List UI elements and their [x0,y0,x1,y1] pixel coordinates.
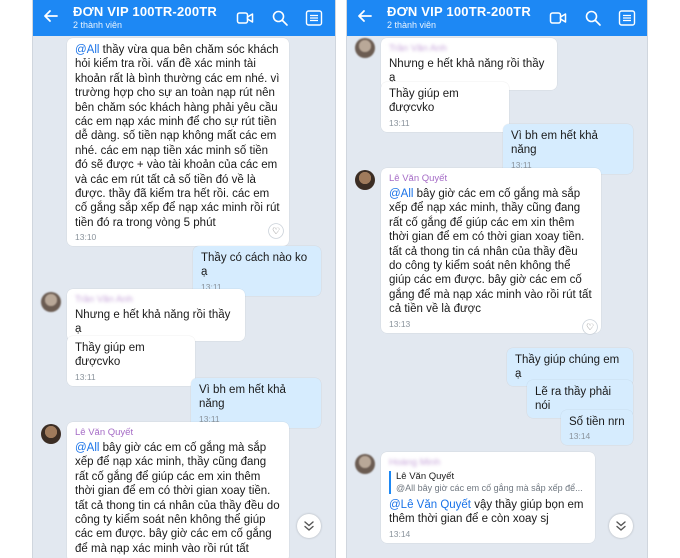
chat-screen-right: ĐƠN VIP 100TR-200TR 2 thành viên Trần Vă… [346,0,648,558]
quoted-sender: Lê Văn Quyết [396,471,455,482]
avatar[interactable] [41,424,61,444]
avatar[interactable] [41,292,61,312]
sender-name: Lê Văn Quyết [75,427,134,438]
message-text: Thầy giúp em đượcvko [75,342,145,369]
message-text: bây giờ các em cố gắng mà sắp xếp để nạp… [75,442,280,555]
search-icon[interactable] [271,9,289,27]
message-text: Thầy giúp em đượcvko [389,88,459,115]
outgoing-message[interactable]: Vì bh em hết khả năng 13:11 [503,124,633,174]
video-call-icon[interactable] [549,9,567,27]
incoming-message[interactable]: Lê Văn Quyết @All bây giờ các em cố gắng… [381,168,601,333]
chat-screen-left: ĐƠN VIP 100TR-200TR 2 thành viên @All th… [32,0,336,558]
back-arrow-icon[interactable] [357,8,373,28]
heart-icon[interactable]: ♡ [269,224,283,238]
incoming-message[interactable]: Trần Văn Anh Nhưng e hết khả năng rồi th… [67,289,245,341]
message-time: 13:11 [389,117,410,128]
message-text: bây giờ các em cố gắng mà sắp xếp để nạp… [389,188,592,316]
sender-name: Trần Văn Anh [389,43,447,54]
heart-icon[interactable]: ♡ [583,320,597,334]
message-list[interactable]: Trần Văn Anh Nhưng e hết khả năng rồi th… [347,36,647,558]
video-call-icon[interactable] [236,9,254,27]
incoming-message[interactable]: Hoàng Minh Lê Văn Quyết @All bây giờ các… [381,452,595,543]
message-list[interactable]: @All thầy vừa qua bên chăm sóc khách hỏi… [33,36,335,558]
list-menu-icon[interactable] [305,9,323,27]
quoted-message[interactable]: Lê Văn Quyết @All bây giờ các em cố gắng… [389,471,587,494]
message-time: 13:14 [389,528,411,539]
message-text: Thầy có cách nào ko ạ [201,252,308,279]
message-time: 13:10 [75,232,97,243]
message-time: 13:13 [389,318,411,329]
chat-header: ĐƠN VIP 100TR-200TR 2 thành viên [33,0,335,36]
member-count: 2 thành viên [73,20,123,30]
avatar[interactable] [355,38,375,58]
sender-name: Trần Văn Anh [75,294,133,305]
avatar[interactable] [355,170,375,190]
avatar[interactable] [355,454,375,474]
search-icon[interactable] [584,9,602,27]
outgoing-message[interactable]: Số tiền nrn 13:14 [561,410,633,446]
mention-all[interactable]: @All [75,442,99,454]
message-text: Vì bh em hết khả năng [511,130,598,157]
group-title: ĐƠN VIP 100TR-200TR [73,4,217,19]
sender-name: Lê Văn Quyết [389,173,448,184]
quoted-text: @All bây giờ các em cố gắng mà sắp xếp đ… [396,483,583,493]
chat-header: ĐƠN VIP 100TR-200TR 2 thành viên [347,0,647,36]
incoming-message[interactable]: Thầy giúp em đượcvko 13:11 [381,82,509,132]
message-text: Vì bh em hết khả năng [199,384,286,411]
message-text: Thầy giúp chúng em ạ [515,354,620,381]
incoming-message[interactable]: Lê Văn Quyết @All bây giờ các em cố gắng… [67,422,289,558]
incoming-message[interactable]: Thầy giúp em đượcvko 13:11 [67,336,195,386]
mention-all[interactable]: @All [75,44,99,56]
message-time: 13:14 [569,431,591,442]
message-time: 13:11 [75,371,96,382]
chevron-double-down-icon[interactable] [609,514,633,538]
member-count: 2 thành viên [387,20,437,30]
message-text: Số tiền nrn [569,416,625,428]
incoming-message[interactable]: @All thầy vừa qua bên chăm sóc khách hỏi… [67,38,289,247]
mention-user[interactable]: @Lê Văn Quyết [389,499,471,511]
outgoing-message[interactable]: Vì bh em hết khả năng 13:11 [191,378,321,428]
sender-name: Hoàng Minh [389,457,441,468]
group-title: ĐƠN VIP 100TR-200TR [387,4,531,19]
mention-all[interactable]: @All [389,188,413,200]
list-menu-icon[interactable] [618,9,636,27]
message-text: Nhưng e hết khả năng rồi thầy ạ [75,309,231,336]
message-text: thầy vừa qua bên chăm sóc khách hỏi kiểm… [75,44,280,229]
chevron-double-down-icon[interactable] [297,514,321,538]
back-arrow-icon[interactable] [43,8,59,28]
